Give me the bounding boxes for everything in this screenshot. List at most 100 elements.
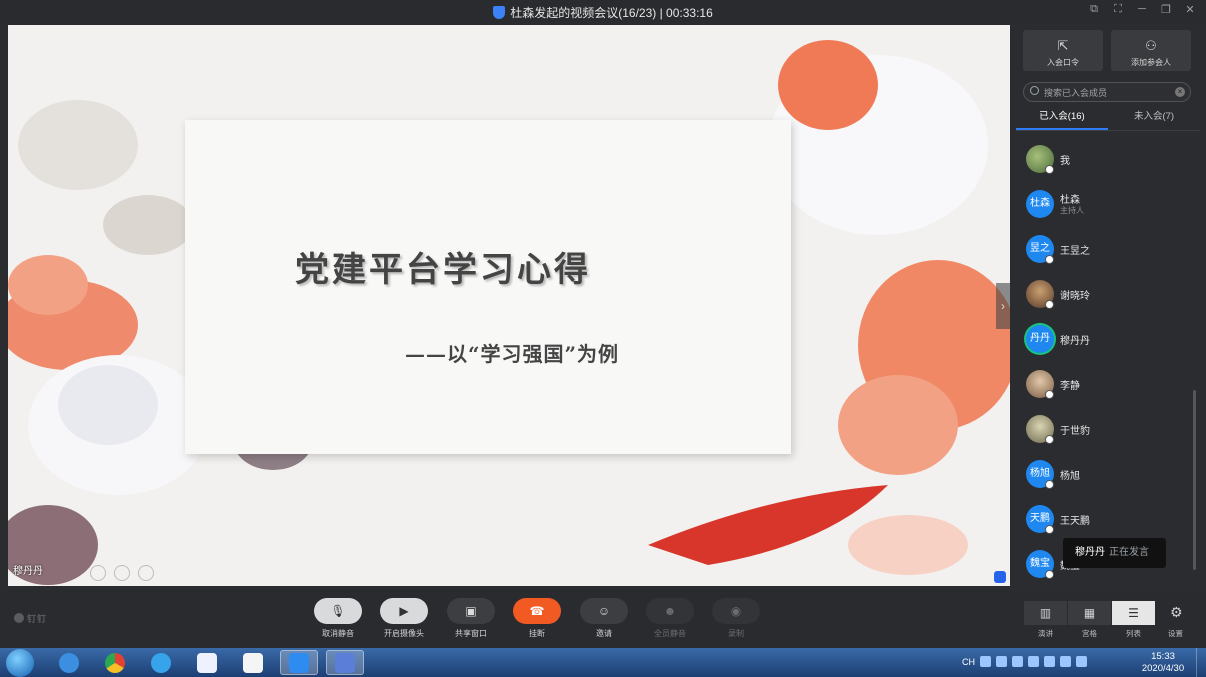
share-link-icon: ⇱ [1057, 38, 1069, 53]
lark-app[interactable] [188, 650, 226, 675]
add-user-icon: ⚇ [1145, 38, 1157, 53]
more-icon[interactable] [138, 565, 154, 581]
list-item[interactable]: 昱之 王昱之 [1016, 229, 1200, 274]
add-participant-button[interactable]: ⚇ 添加参会人 [1111, 30, 1191, 71]
brand-text: 钉钉 [27, 614, 48, 624]
hangup-button[interactable]: ☎ 挂断 [512, 598, 562, 639]
dingtalk-icon [14, 613, 24, 623]
grid-view-button[interactable]: ▦ [1068, 601, 1111, 625]
share-window-button[interactable]: ▣ 共享窗口 [446, 598, 496, 639]
slide-title: 党建平台学习心得 [295, 250, 591, 290]
display-icon[interactable] [1076, 656, 1087, 667]
share-label: 共享窗口 [455, 629, 487, 638]
ie-app[interactable] [50, 650, 88, 675]
mic-off-icon [1045, 525, 1054, 534]
tab-not-joined[interactable]: 未入会(7) [1108, 107, 1200, 130]
member-name: 李静 [1060, 381, 1080, 392]
gear-icon[interactable]: ⚙ [1170, 604, 1183, 621]
mic-off-icon [1045, 570, 1054, 579]
fullscreen-icon[interactable]: ⛶ [1110, 3, 1126, 16]
minimize-button[interactable]: ─ [1134, 3, 1150, 16]
settings-label: 设置 [1168, 629, 1183, 638]
speaker-view-button[interactable]: ▥ [1024, 601, 1067, 625]
network-icon[interactable] [1044, 656, 1055, 667]
member-list: 我 杜森 杜森 主持人 昱之 王昱之 谢晓玲 丹丹 穆丹丹 李静 于世豹 杨旭 … [1016, 139, 1200, 589]
shield-tray-icon[interactable] [1028, 656, 1039, 667]
member-search: × [1023, 82, 1191, 102]
shield-icon [493, 6, 506, 19]
invite-button[interactable]: ☺ 邀请 [579, 598, 629, 639]
camera-icon: ▶ [380, 598, 428, 624]
join-code-button[interactable]: ⇱ 入会口令 [1023, 30, 1103, 71]
brand-logo: 钉钉 [14, 612, 47, 625]
meeting-toolbar: 钉钉 🎙 取消静音 ▶ 开启摄像头 ▣ 共享窗口 ☎ 挂断 ☺ 邀请 ☻ 全员静… [0, 590, 1206, 648]
qq-icon[interactable] [1012, 656, 1023, 667]
browser-app[interactable] [142, 650, 180, 675]
zoom-in-icon[interactable] [114, 565, 130, 581]
close-button[interactable]: ✕ [1182, 3, 1198, 16]
speaker-view-label: 演讲 [1038, 629, 1053, 638]
cloud-icon [243, 652, 263, 673]
mute-all-button[interactable]: ☻ 全员静音 [645, 598, 695, 639]
stage-controls [90, 565, 154, 581]
mic-off-icon [1045, 480, 1054, 489]
list-view-button[interactable]: ☰ [1112, 601, 1155, 625]
avatar: 丹丹 [1026, 325, 1054, 353]
system-clock[interactable]: 15:33 2020/4/30 [1138, 651, 1188, 675]
unmute-label: 取消静音 [322, 629, 354, 638]
sidebar-actions: ⇱ 入会口令 ⚇ 添加参会人 [1023, 30, 1191, 71]
slide-subtitle: ——以“学习强国”为例 [405, 342, 620, 366]
record-label: 录制 [728, 629, 744, 638]
invite-label: 邀请 [596, 629, 612, 638]
chrome-app[interactable] [96, 650, 134, 675]
list-item[interactable]: 杨旭 杨旭 [1016, 454, 1200, 499]
unmute-button[interactable]: 🎙 取消静音 [313, 598, 363, 639]
list-item[interactable]: 谢晓玲 [1016, 274, 1200, 319]
invite-user-icon: ☺ [580, 598, 628, 624]
slide-card: 党建平台学习心得 ——以“学习强国”为例 [185, 120, 791, 454]
volume-icon[interactable] [1060, 656, 1071, 667]
dingtalk-app[interactable] [280, 650, 318, 675]
show-desktop-button[interactable] [1196, 648, 1206, 677]
chat-icon[interactable] [994, 571, 1006, 583]
cloud-app[interactable] [234, 650, 272, 675]
avatar: 杜森 [1026, 190, 1054, 218]
list-item[interactable]: 于世豹 [1016, 409, 1200, 454]
chrome-icon [105, 652, 125, 673]
search-input[interactable] [1044, 86, 1174, 99]
title-bar: 杜森发起的视频会议(16/23) | 00:33:16 ⧉ ⛶ ─ ❐ ✕ [0, 0, 1206, 22]
view-switcher: ▥ ▦ ☰ [1024, 601, 1155, 625]
tab-joined[interactable]: 已入会(16) [1016, 107, 1108, 130]
list-item[interactable]: 杜森 杜森 主持人 [1016, 184, 1200, 229]
share-screen-icon: ▣ [447, 598, 495, 624]
clock-date: 2020/4/30 [1141, 663, 1185, 674]
camera-label: 开启摄像头 [384, 629, 424, 638]
wps-app[interactable] [326, 650, 364, 675]
clock-time: 15:33 [1151, 651, 1175, 662]
member-name: 杨旭 [1060, 471, 1080, 482]
member-name: 于世豹 [1060, 426, 1090, 437]
member-list-scrollbar[interactable] [1193, 390, 1196, 570]
browser-icon [151, 652, 171, 673]
keyboard-icon[interactable] [980, 656, 991, 667]
list-item[interactable]: 我 [1016, 139, 1200, 184]
clear-icon[interactable]: × [1175, 87, 1185, 97]
help-icon[interactable] [996, 656, 1007, 667]
camera-button[interactable]: ▶ 开启摄像头 [379, 598, 429, 639]
hangup-label: 挂断 [529, 629, 545, 638]
record-button[interactable]: ◉ 录制 [711, 598, 761, 639]
popout-icon[interactable]: ⧉ [1086, 3, 1102, 16]
system-tray: CH [962, 656, 1087, 667]
mute-all-label: 全员静音 [654, 629, 686, 638]
start-button[interactable] [6, 649, 34, 677]
list-item[interactable]: 丹丹 穆丹丹 [1016, 319, 1200, 364]
maximize-button[interactable]: ❐ [1158, 3, 1174, 16]
list-view-label: 列表 [1126, 629, 1141, 638]
next-arrow-icon[interactable]: › [996, 283, 1010, 329]
language-indicator[interactable]: CH [962, 657, 975, 667]
phone-hangup-icon: ☎ [513, 598, 561, 624]
zoom-out-icon[interactable] [90, 565, 106, 581]
list-item[interactable]: 李静 [1016, 364, 1200, 409]
meeting-window: 杜森发起的视频会议(16/23) | 00:33:16 ⧉ ⛶ ─ ❐ ✕ 党建… [0, 0, 1206, 648]
member-name: 我 [1060, 156, 1070, 167]
